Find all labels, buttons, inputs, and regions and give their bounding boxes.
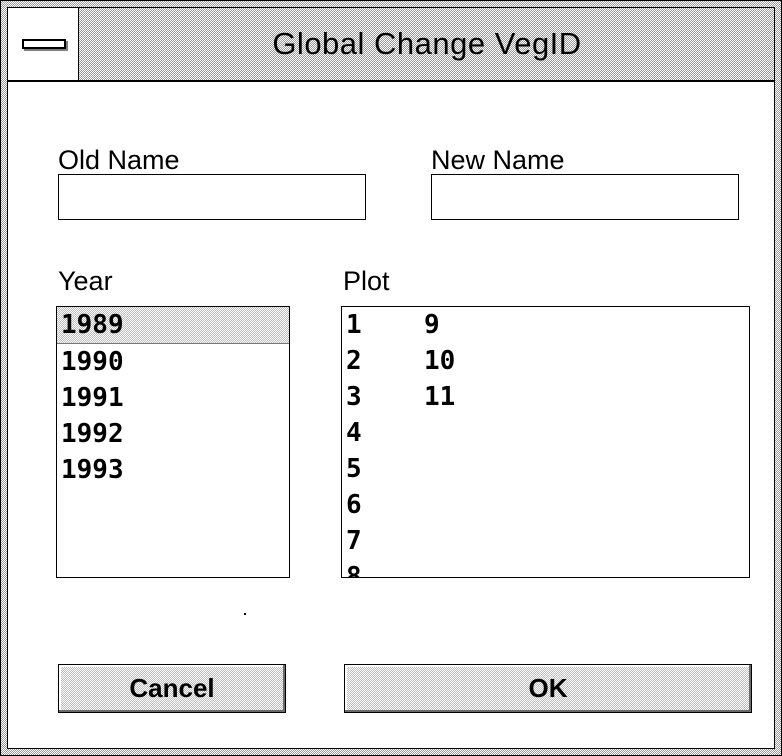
plot-column: 9 10 11 (420, 307, 455, 415)
new-name-label: New Name (431, 145, 565, 175)
plot-label: Plot (343, 266, 390, 296)
dialog-body: Global Change VegID Old Name New Name Ye… (7, 7, 775, 749)
plot-list-item[interactable]: 10 (420, 343, 455, 379)
cancel-button[interactable]: Cancel (58, 664, 286, 713)
plot-listbox[interactable]: 1 2 3 4 5 6 7 8 9 10 11 (341, 306, 750, 578)
dialog-window: Global Change VegID Old Name New Name Ye… (0, 0, 782, 756)
plot-column: 12345678 (342, 307, 362, 577)
plot-list-item[interactable]: 6 (342, 487, 362, 523)
year-list-item[interactable]: 1989 (57, 307, 289, 344)
plot-list-item[interactable]: 2 (342, 343, 362, 379)
plot-list-item[interactable]: 1 (342, 307, 362, 343)
system-menu-button[interactable] (8, 8, 79, 80)
year-list-item[interactable]: 1991 (57, 380, 289, 416)
system-menu-icon (22, 39, 66, 49)
window-title: Global Change VegID (272, 26, 582, 61)
year-list-item[interactable]: 1992 (57, 416, 289, 452)
year-label: Year (58, 266, 113, 296)
new-name-field[interactable] (431, 174, 739, 220)
plot-list-item[interactable]: 9 (420, 307, 455, 343)
old-name-field[interactable] (58, 174, 366, 220)
plot-list-item[interactable]: 11 (420, 379, 455, 415)
title-bar[interactable]: Global Change VegID (8, 8, 774, 82)
year-list-item[interactable]: 1993 (57, 452, 289, 488)
plot-list-item[interactable]: 3 (342, 379, 362, 415)
plot-list-item[interactable]: 7 (342, 523, 362, 559)
plot-list-item[interactable]: 4 (342, 415, 362, 451)
ok-button[interactable]: OK (344, 664, 752, 713)
plot-list-item[interactable]: 5 (342, 451, 362, 487)
year-list-item[interactable]: 1990 (57, 344, 289, 380)
stray-dot (244, 613, 246, 615)
plot-list-item[interactable]: 8 (342, 559, 362, 577)
year-listbox[interactable]: 1989 1990 1991 1992 1993 (56, 306, 290, 578)
old-name-label: Old Name (58, 145, 180, 175)
